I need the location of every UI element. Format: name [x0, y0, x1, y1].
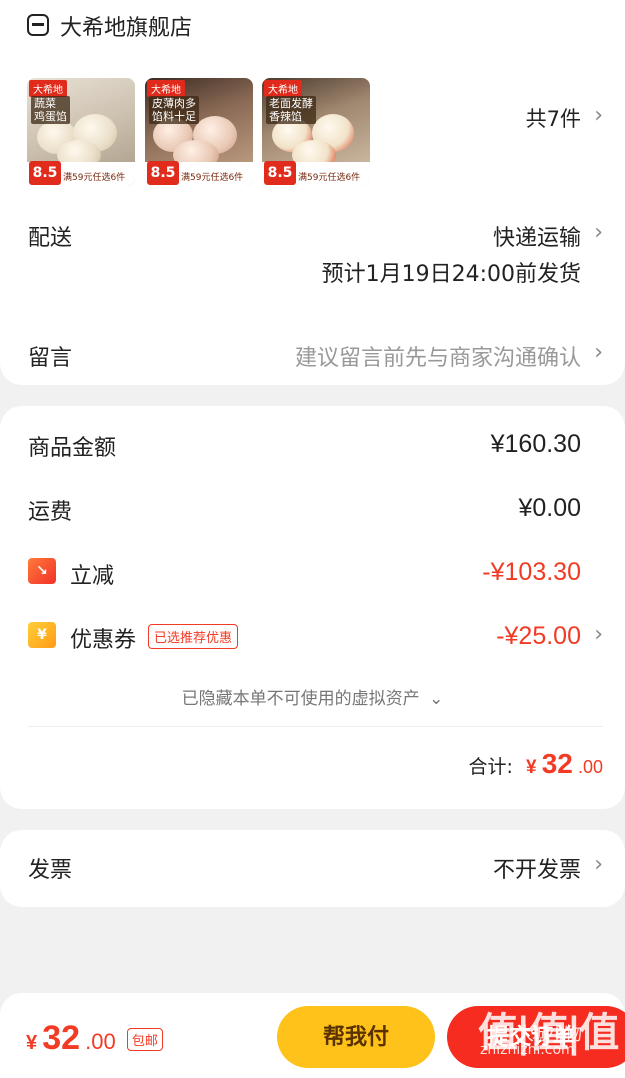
price-badge: 8.5 [29, 161, 61, 185]
shipping-label: 运费 [28, 500, 73, 525]
delivery-method: 快递运输 [492, 226, 581, 251]
delivery-label: 配送 [28, 226, 73, 251]
bottom-decimal: .00 [85, 1029, 116, 1054]
hidden-assets-text: 已隐藏本单不可使用的虚拟资产 [181, 689, 420, 709]
price-badge: 8.5 [264, 161, 296, 185]
chevron-right-icon: › [594, 622, 603, 647]
discount-label: 立减 [70, 564, 115, 589]
promo-text: 满59元任选6件 [63, 173, 126, 183]
chevron-right-icon: › [594, 220, 603, 245]
total-currency: ¥ [526, 757, 537, 778]
invoice-value: 不开发票 [492, 858, 581, 883]
product-thumb[interactable]: 大希地 皮薄肉多 馅料十足 8.5 满59元任选6件 [145, 78, 253, 186]
bottom-amount: 32 [42, 1019, 81, 1057]
chevron-down-icon: ⌄ [429, 689, 444, 709]
total-label: 合计: [468, 756, 513, 778]
product-name: 老面发酵 香辣馅 [266, 96, 316, 124]
chevron-right-icon: › [594, 852, 603, 877]
help-pay-button[interactable]: 帮我付 [277, 1006, 435, 1068]
price-summary-card: 商品金额 ¥160.30 运费 ¥0.00 ↘ 立减 -¥103.30 ¥ 优惠… [0, 406, 625, 809]
coupon-row[interactable]: ¥ 优惠券 已选推荐优惠 -¥25.00 › [28, 622, 603, 656]
price-badge: 8.5 [147, 161, 179, 185]
delivery-row[interactable]: 配送 快递运输 › 预计1月19日24:00前发货 [28, 218, 603, 288]
delivery-estimate: 预计1月19日24:00前发货 [321, 262, 581, 287]
goods-amount-row: 商品金额 ¥160.30 [28, 430, 603, 464]
total-decimal: .00 [577, 757, 603, 777]
brand-tag: 大希地 [29, 80, 67, 97]
goods-amount-label: 商品金额 [28, 436, 117, 461]
bottom-currency: ¥ [26, 1032, 38, 1054]
coupon-value: -¥25.00 [496, 622, 581, 650]
message-row[interactable]: 留言 建议留言前先与商家沟通确认 › [28, 338, 603, 378]
discount-value: -¥103.30 [482, 558, 581, 586]
message-input[interactable]: 建议留言前先与商家沟通确认 [295, 340, 581, 372]
brand-tag: 大希地 [264, 80, 302, 97]
coupon-label: 优惠券 [70, 628, 137, 653]
message-label: 留言 [28, 346, 73, 371]
invoice-card: 发票 不开发票 › [0, 830, 625, 907]
invoice-label: 发票 [28, 858, 73, 883]
item-count[interactable]: 共7件 [526, 103, 581, 133]
watermark: 值|值|值 大城小物 zhizhizhi.com [478, 1000, 619, 1070]
watermark-url: zhizhizhi.com [480, 1042, 575, 1058]
chevron-right-icon: › [594, 340, 603, 365]
divider [28, 726, 603, 727]
product-thumb[interactable]: 大希地 蔬菜 鸡蛋馅 8.5 满59元任选6件 [27, 78, 135, 186]
free-shipping-badge: 包邮 [126, 1028, 163, 1051]
promo-text: 满59元任选6件 [298, 173, 361, 183]
shipping-row: 运费 ¥0.00 [28, 494, 603, 528]
invoice-row[interactable]: 发票 不开发票 › [28, 852, 603, 886]
coupon-yen-icon: ¥ [28, 622, 56, 648]
bottom-total: ¥ 32 .00 包邮 [26, 1019, 163, 1058]
total-row: 合计: ¥ 32 .00 [469, 748, 603, 780]
coupon-tag: 已选推荐优惠 [148, 624, 239, 649]
product-strip[interactable]: 大希地 蔬菜 鸡蛋馅 8.5 满59元任选6件 大希地 皮薄肉多 馅料十足 8.… [0, 0, 625, 200]
product-name: 蔬菜 鸡蛋馅 [31, 96, 70, 124]
goods-amount-value: ¥160.30 [490, 430, 581, 458]
order-info-card: 大希地旗舰店 大希地 蔬菜 鸡蛋馅 8.5 满59元任选6件 大希地 皮薄肉多 … [0, 0, 625, 385]
hidden-assets-toggle[interactable]: 已隐藏本单不可使用的虚拟资产 ⌄ [0, 684, 625, 709]
product-thumb[interactable]: 大希地 老面发酵 香辣馅 8.5 满59元任选6件 [262, 78, 370, 186]
total-amount: 32 [541, 748, 573, 779]
discount-row: ↘ 立减 -¥103.30 [28, 558, 603, 592]
brand-tag: 大希地 [147, 80, 185, 97]
discount-arrow-icon: ↘ [28, 558, 56, 584]
product-name: 皮薄肉多 馅料十足 [149, 96, 199, 124]
shipping-value: ¥0.00 [518, 494, 581, 522]
chevron-right-icon: › [594, 103, 603, 128]
promo-text: 满59元任选6件 [181, 173, 244, 183]
